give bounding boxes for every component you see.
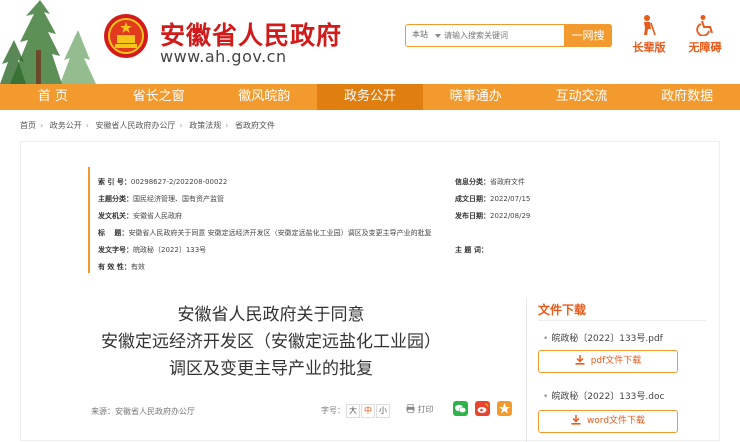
elder-icon [644,15,656,36]
breadcrumb-item[interactable]: 政务公开 [50,121,82,130]
font-size-small[interactable]: 小 [376,404,390,418]
document-meta-table: 索 引 号：00298627-2/202208-00022 主题分类：国民经济管… [88,167,543,273]
wechat-share-icon[interactable] [453,401,468,416]
download-pdf-button[interactable]: pdf文件下载 [538,350,678,373]
meta-info-category: 信息分类：省政府文件 [455,178,525,186]
breadcrumb-item[interactable]: 省政府文件 [235,121,275,130]
meta-issuer: 发文机关：安徽省人民政府 [98,212,182,220]
nav-culture[interactable]: 徽风皖韵 [211,84,317,110]
downloads-divider [538,320,706,321]
accessibility-icon [696,15,713,36]
pine-tree-logo-icon [0,0,96,84]
weibo-share-icon[interactable] [475,401,490,416]
document-card: 索 引 号：00298627-2/202208-00022 主题分类：国民经济管… [20,141,720,442]
favorite-star-icon[interactable] [497,401,512,416]
breadcrumb-item[interactable]: 政策法规 [189,121,221,130]
elder-mode-link[interactable]: 长辈版 [624,14,674,55]
search-box: 本站 一网搜 [405,24,612,47]
search-scope-select[interactable]: 本站 [412,29,428,40]
nav-governor[interactable]: 省长之窗 [106,84,212,110]
search-button[interactable]: 一网搜 [564,24,612,47]
meta-index-no: 索 引 号：00298627-2/202208-00022 [98,178,228,186]
font-size-control: 字号：大中小 [321,404,390,418]
national-emblem-icon [104,14,148,58]
main-nav: 首 页 省长之窗 徽风皖韵 政务公开 晓事通办 互动交流 政府数据 [0,84,740,110]
search-input[interactable] [444,28,562,43]
downloads-title: 文件下载 [538,303,587,317]
breadcrumb-item[interactable]: 首页 [20,121,36,130]
nav-interaction[interactable]: 互动交流 [529,84,635,110]
nav-services[interactable]: 晓事通办 [423,84,529,110]
meta-validity: 有 效 性：有效 [98,263,145,271]
breadcrumb-item[interactable]: 安徽省人民政府办公厅 [96,121,176,130]
column-divider [526,298,527,442]
printer-icon [406,404,415,413]
nav-data[interactable]: 政府数据 [634,84,740,110]
meta-keywords: 主 题 词： [455,246,488,254]
download-icon [571,415,581,425]
nav-gov-affairs[interactable]: 政务公开 [317,84,423,110]
download-file-name-doc[interactable]: • 皖政秘〔2022〕133号.doc [543,389,664,402]
chevron-down-icon[interactable] [435,34,441,38]
breadcrumb: 首页 › 政务公开 › 安徽省人民政府办公厅 › 政策法规 › 省政府文件 [20,121,275,130]
meta-created-date: 成文日期：2022/07/15 [455,195,531,203]
meta-category: 主题分类：国民经济管理、国有资产监管 [98,195,224,203]
document-title: 安徽省人民政府关于同意 安徽定远经济开发区（安徽定远盐化工业园） 调区及变更主导… [101,305,441,379]
site-header: 安徽省人民政府 www.ah.gov.cn 本站 一网搜 长辈版 无障碍 [0,0,740,84]
accessibility-link[interactable]: 无障碍 [680,14,730,55]
download-icon [575,355,585,365]
download-word-button[interactable]: word文件下载 [538,410,678,433]
meta-title: 标 题：安徽省人民政府关于同意 安徽定远经济开发区（安徽定远盐化工业园）调区及变… [98,229,432,237]
meta-published-date: 发布日期：2022/08/29 [455,212,531,220]
print-button[interactable]: 打印 [406,404,434,415]
nav-home[interactable]: 首 页 [0,84,106,110]
font-size-large[interactable]: 大 [346,404,360,418]
source-line: 来源：安徽省人民政府办公厅 [91,407,195,416]
font-size-medium[interactable]: 中 [361,404,375,418]
download-file-name-pdf[interactable]: • 皖政秘〔2022〕133号.pdf [543,331,663,344]
meta-doc-no: 发文字号：皖政秘〔2022〕133号 [98,246,207,254]
site-url: www.ah.gov.cn [160,47,287,66]
